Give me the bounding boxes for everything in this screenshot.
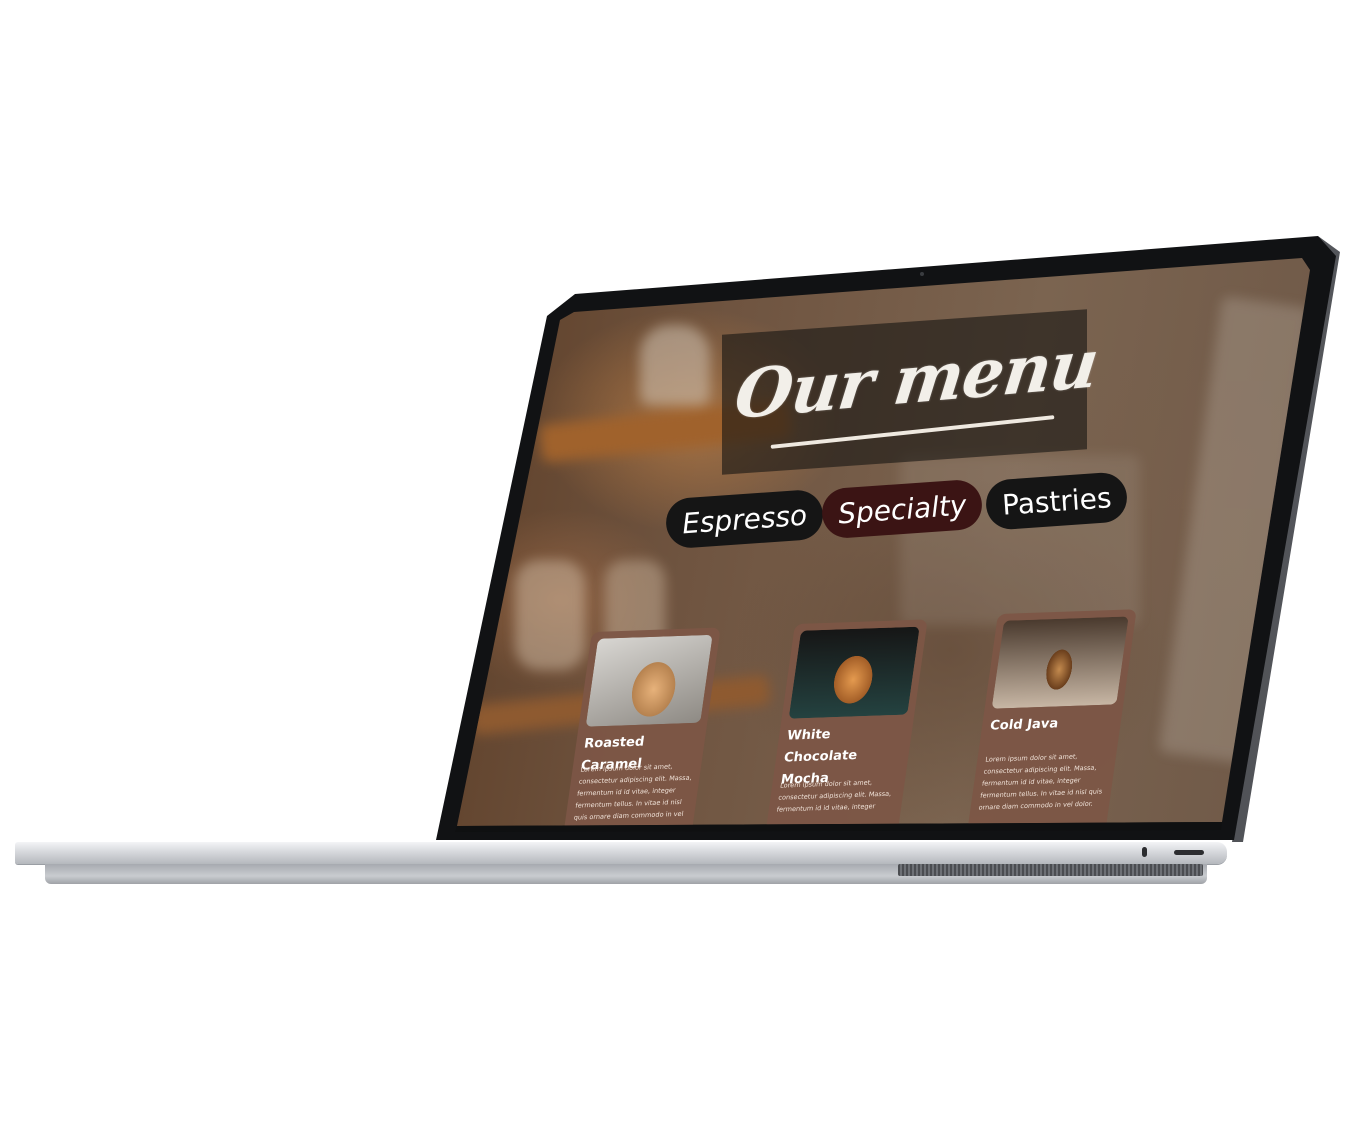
laptop-mockup: Our menu Espresso Specialty Pastries Roa… — [0, 0, 1370, 1125]
screen: Our menu Espresso Specialty Pastries Roa… — [457, 258, 1310, 826]
menu-item-image — [788, 626, 920, 719]
webcam-icon — [920, 272, 924, 276]
menu-item-description: Lorem ipsum dolor sit amet, consectetur … — [978, 752, 1103, 812]
menu-page: Our menu Espresso Specialty Pastries Roa… — [457, 258, 1310, 826]
menu-item-description: Lorem ipsum dolor sit amet, consectetur … — [776, 778, 892, 814]
tab-pastries[interactable]: Pastries — [984, 471, 1130, 531]
laptop-lid: Our menu Espresso Specialty Pastries Roa… — [0, 0, 1370, 1125]
tab-espresso[interactable]: Espresso — [664, 488, 825, 550]
menu-item-card[interactable]: Roasted Caramel Lorem ipsum dolor sit am… — [555, 627, 721, 826]
menu-item-name: Cold Java — [989, 716, 1060, 734]
menu-item-image — [991, 616, 1129, 709]
menu-item-image — [585, 634, 713, 727]
tab-specialty[interactable]: Specialty — [820, 478, 984, 540]
menu-item-description: Lorem ipsum dolor sit amet, consectetur … — [571, 762, 693, 826]
menu-item-card[interactable]: White Chocolate Mocha Lorem ipsum dolor … — [758, 619, 928, 826]
